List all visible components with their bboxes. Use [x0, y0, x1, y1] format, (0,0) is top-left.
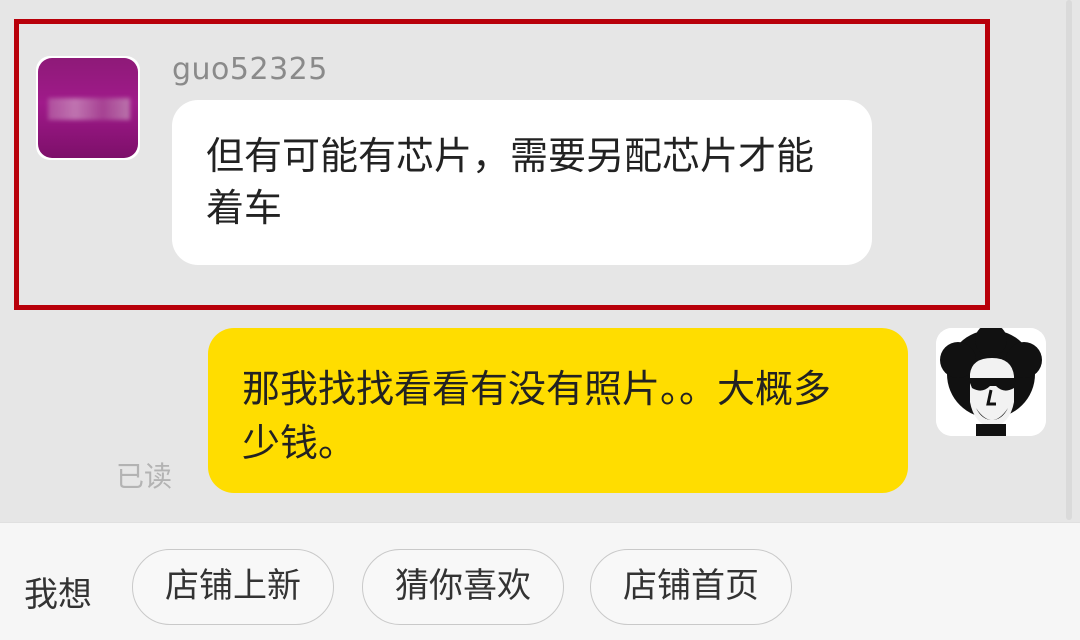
user-avatar[interactable]: [936, 328, 1046, 436]
scroll-indicator: [1066, 0, 1072, 520]
sender-name: guo52325: [172, 52, 328, 87]
suggestion-bar: 我想 店铺上新 猜你喜欢 店铺首页: [0, 522, 1080, 640]
chip-shop-home[interactable]: 店铺首页: [590, 549, 792, 625]
chip-recommended[interactable]: 猜你喜欢: [362, 549, 564, 625]
outgoing-message-bubble[interactable]: 那我找找看看有没有照片。。大概多少钱。: [208, 328, 908, 493]
chat-screen: guo52325 但有可能有芯片，需要另配芯片才能着车 已读 那我找找看看有没有…: [0, 0, 1080, 640]
afro-person-icon: [936, 328, 1046, 436]
blurred-logo: [48, 98, 130, 120]
shop-avatar[interactable]: [36, 56, 140, 160]
chip-new-arrivals[interactable]: 店铺上新: [132, 549, 334, 625]
suggestion-label: 我想: [24, 575, 92, 615]
incoming-message-text: 但有可能有芯片，需要另配芯片才能着车: [206, 134, 815, 230]
incoming-message-bubble[interactable]: 但有可能有芯片，需要另配芯片才能着车: [172, 100, 872, 265]
read-status: 已读: [116, 460, 173, 493]
shop-avatar-image: [38, 58, 138, 158]
outgoing-message-text: 那我找找看看有没有照片。。大概多少钱。: [242, 367, 832, 465]
